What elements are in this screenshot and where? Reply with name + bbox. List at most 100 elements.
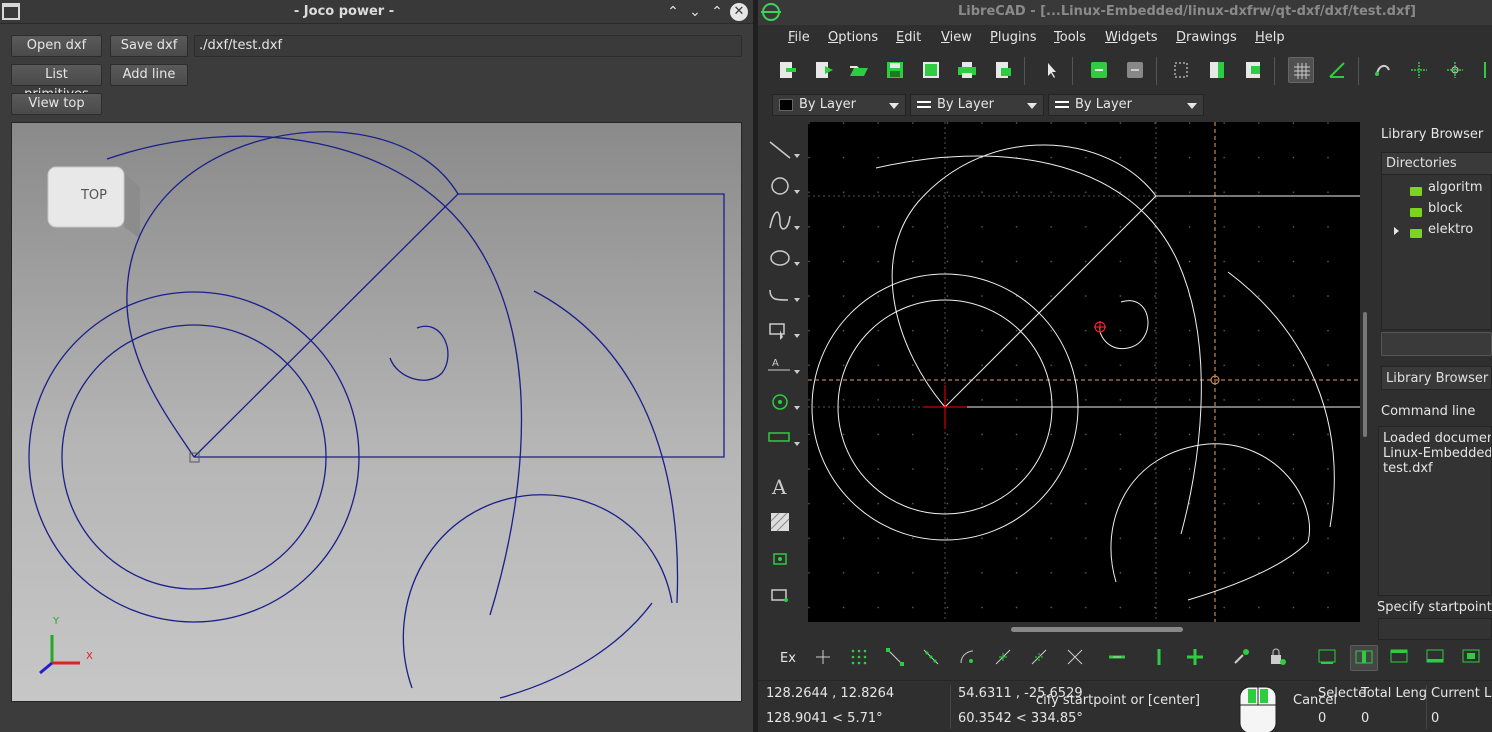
zoom-out-icon[interactable]: [1442, 57, 1468, 83]
ellipse-tool-icon[interactable]: [766, 244, 800, 274]
view-top-button[interactable]: View top: [11, 93, 102, 115]
snap-on-entity-icon[interactable]: [918, 645, 946, 671]
shade-icon[interactable]: ⌃: [664, 3, 682, 21]
library-action-button[interactable]: [1381, 332, 1492, 356]
axis-y-label: Y: [53, 616, 60, 627]
expand-arrow-icon[interactable]: [1394, 227, 1399, 235]
pen-width-combo[interactable]: By Layer: [910, 94, 1044, 116]
scroll-thumb[interactable]: [1011, 627, 1183, 632]
view-cube[interactable]: [47, 166, 140, 247]
list-primitives-button[interactable]: List primitives: [11, 64, 102, 102]
select-pointer-icon[interactable]: [1038, 57, 1064, 83]
new-file-icon[interactable]: [774, 57, 800, 83]
menu-widgets[interactable]: Widgets: [1105, 30, 1158, 45]
snap-middle-icon[interactable]: [990, 645, 1018, 671]
copy-icon[interactable]: [1204, 57, 1230, 83]
open-file-icon[interactable]: [846, 57, 872, 83]
3d-viewport[interactable]: TOP Y X: [11, 122, 742, 702]
hatch-tool-icon[interactable]: [766, 508, 800, 538]
svg-text:A: A: [771, 475, 787, 499]
command-input[interactable]: [1378, 618, 1492, 640]
dir-item-algoritm[interactable]: algoritm: [1428, 180, 1483, 195]
polyline-tool-icon[interactable]: [766, 280, 800, 310]
save-dxf-button[interactable]: Save dxf: [110, 35, 188, 57]
dir-item-elektro[interactable]: elektro: [1428, 222, 1473, 237]
directories-tree[interactable]: Directories algoritm block elektro: [1381, 152, 1492, 330]
grid-toggle-icon[interactable]: [1288, 57, 1314, 83]
measure-tool-icon[interactable]: [766, 424, 800, 454]
print-preview-icon[interactable]: [990, 57, 1016, 83]
menu-help[interactable]: Help: [1255, 30, 1285, 45]
view-layout-4-icon[interactable]: [1422, 645, 1450, 671]
open-dxf-button[interactable]: Open dxf: [11, 35, 102, 57]
add-line-button[interactable]: Add line: [110, 64, 188, 86]
directories-header[interactable]: Directories: [1382, 153, 1492, 175]
menu-options[interactable]: Options: [828, 30, 878, 45]
save-as-icon[interactable]: [918, 57, 944, 83]
pen-color-combo[interactable]: By Layer: [772, 94, 906, 116]
new-template-icon[interactable]: [810, 57, 836, 83]
menu-file[interactable]: File: [788, 30, 810, 45]
snap-intersection-icon[interactable]: [1062, 645, 1090, 671]
dxf-path-input[interactable]: ./dxf/test.dxf: [194, 35, 742, 57]
lock-relative-zero-icon[interactable]: [1264, 645, 1292, 671]
dimension-tool-icon[interactable]: A: [766, 352, 800, 382]
image-tool-icon[interactable]: [766, 544, 800, 574]
close-icon[interactable]: ✕: [730, 3, 748, 21]
menu-view[interactable]: View: [941, 30, 972, 45]
redraw-icon[interactable]: [1370, 57, 1396, 83]
menu-tools[interactable]: Tools: [1054, 30, 1086, 45]
select-tool-icon[interactable]: [766, 316, 800, 346]
draft-mode-icon[interactable]: [1324, 57, 1350, 83]
tool-palette: A A: [762, 122, 804, 622]
view-layout-1-icon[interactable]: [1314, 645, 1342, 671]
save-icon[interactable]: [882, 57, 908, 83]
current-layer-value: 0: [1431, 711, 1440, 726]
dir-item-block[interactable]: block: [1428, 201, 1463, 216]
library-browser-title: Library Browser: [1381, 127, 1484, 142]
toolbar-overflow-icon[interactable]: [1478, 57, 1492, 83]
print-icon[interactable]: [954, 57, 980, 83]
folder-icon: [1410, 208, 1422, 217]
set-relative-zero-icon[interactable]: [1228, 645, 1256, 671]
drawing-canvas[interactable]: [808, 122, 1360, 622]
scroll-thumb[interactable]: [1363, 312, 1367, 437]
cut-icon[interactable]: [1168, 57, 1194, 83]
right-titlebar[interactable]: LibreCAD - [...Linux-Embedded/linux-dxfr…: [758, 0, 1492, 25]
snap-grid-icon[interactable]: [846, 645, 874, 671]
3d-drawing: [28, 131, 725, 699]
pen-linetype-combo[interactable]: By Layer: [1048, 94, 1204, 116]
snap-exclusive-label[interactable]: Ex: [780, 651, 796, 666]
line-tool-icon[interactable]: [766, 136, 800, 166]
snap-tool-icon[interactable]: [766, 388, 800, 418]
restrict-horizontal-icon[interactable]: [1104, 645, 1132, 671]
snap-center-icon[interactable]: [954, 645, 982, 671]
menu-edit[interactable]: Edit: [896, 30, 921, 45]
undo-icon[interactable]: [1086, 57, 1112, 83]
snap-distance-icon[interactable]: [1026, 645, 1054, 671]
drawing-vertical-scrollbar[interactable]: [1360, 122, 1370, 622]
menu-drawings[interactable]: Drawings: [1176, 30, 1237, 45]
menu-plugins[interactable]: Plugins: [990, 30, 1037, 45]
text-tool-icon[interactable]: A: [766, 472, 800, 502]
snap-endpoint-icon[interactable]: [882, 645, 910, 671]
maximize-icon[interactable]: ⌃: [708, 3, 726, 21]
left-titlebar[interactable]: - Joco power - ⌃ ⌄ ⌃ ✕: [0, 0, 753, 24]
library-browser-tab[interactable]: Library Browser: [1381, 366, 1492, 390]
view-layout-5-icon[interactable]: [1458, 645, 1486, 671]
paste-icon[interactable]: [1240, 57, 1266, 83]
circle-tool-icon[interactable]: [766, 172, 800, 202]
minimize-icon[interactable]: ⌄: [686, 3, 704, 21]
block-tool-icon[interactable]: [766, 580, 800, 610]
zoom-in-icon[interactable]: [1406, 57, 1432, 83]
redo-icon[interactable]: [1122, 57, 1148, 83]
restrict-vertical-icon[interactable]: [1146, 645, 1174, 671]
view-layout-3-icon[interactable]: [1386, 645, 1414, 671]
right-dock: Library Browser Directories algoritm blo…: [1377, 122, 1492, 642]
drawing-horizontal-scrollbar[interactable]: [808, 624, 1360, 634]
snap-free-icon[interactable]: [810, 645, 838, 671]
left-window-title: - Joco power -: [293, 4, 395, 19]
restrict-orthogonal-icon[interactable]: [1182, 645, 1210, 671]
curve-tool-icon[interactable]: [766, 208, 800, 238]
view-layout-2-icon[interactable]: [1350, 645, 1378, 671]
